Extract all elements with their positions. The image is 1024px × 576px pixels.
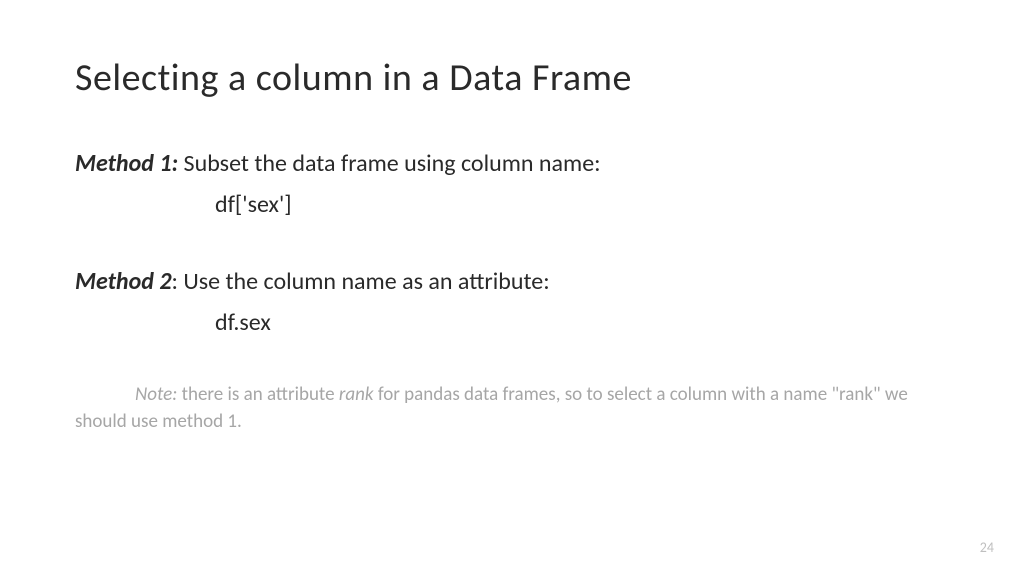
page-number: 24: [980, 539, 994, 556]
note-rank-word: rank: [339, 383, 374, 406]
method-1-line: Method 1: Subset the data frame using co…: [75, 146, 949, 182]
method-1-label: Method 1:: [75, 149, 178, 178]
method-2-description: Use the column name as an attribute:: [178, 267, 550, 296]
method-2-label: Method 2: [75, 267, 172, 296]
method-2-line: Method 2: Use the column name as an attr…: [75, 264, 949, 300]
method-1-code: df['sex']: [215, 190, 949, 219]
method-2-block: Method 2: Use the column name as an attr…: [75, 264, 949, 337]
method-2-code: df.sex: [215, 308, 949, 337]
note-block: Note: there is an attribute rank for pan…: [75, 382, 949, 435]
slide-title: Selecting a column in a Data Frame: [75, 55, 949, 101]
note-label: Note:: [135, 383, 182, 406]
method-1-block: Method 1: Subset the data frame using co…: [75, 146, 949, 219]
note-text-1: there is an attribute: [182, 383, 339, 406]
method-1-description: Subset the data frame using column name:: [178, 149, 600, 178]
